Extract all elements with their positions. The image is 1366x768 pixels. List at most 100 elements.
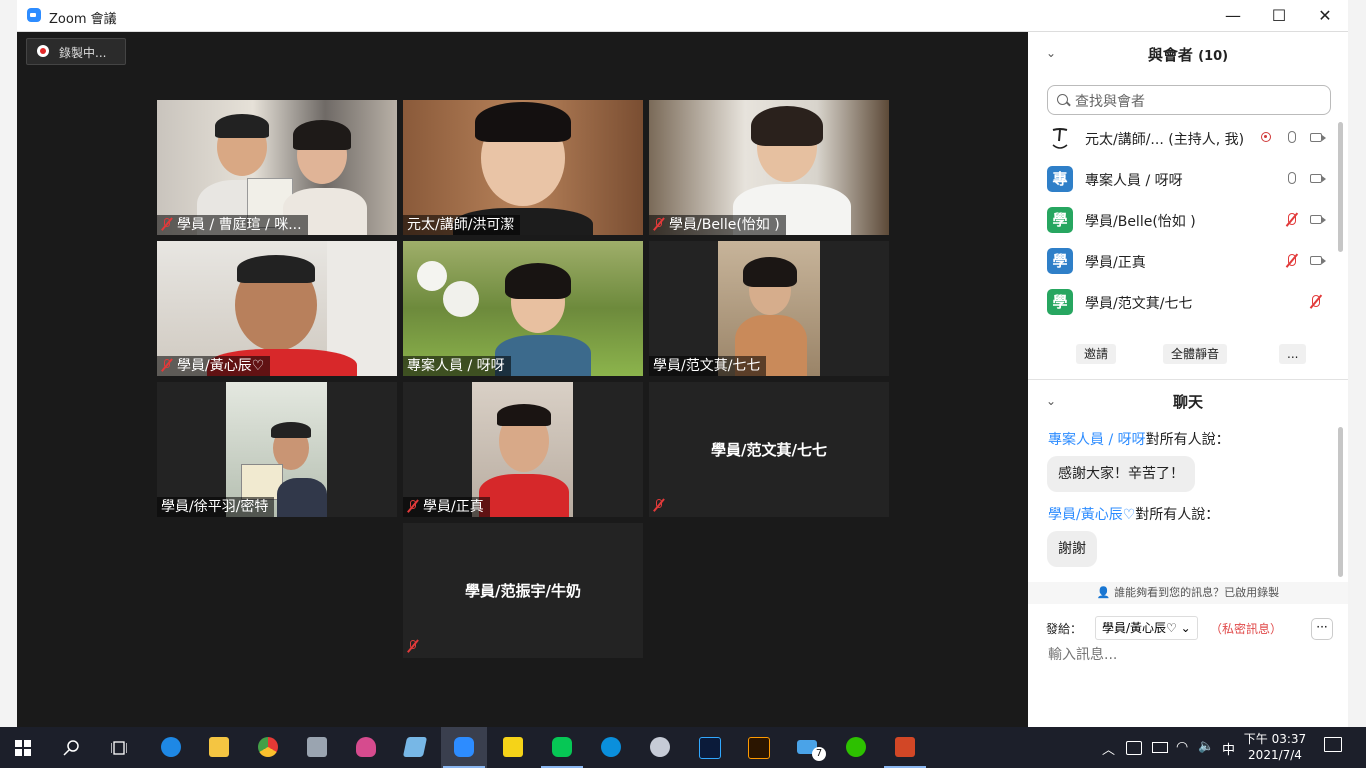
- tile-name-label: 專案人員 / 呀呀: [403, 356, 511, 376]
- paint-palette-icon[interactable]: [637, 727, 683, 768]
- camera-icon[interactable]: [1310, 133, 1326, 142]
- edge-browser-icon[interactable]: [148, 727, 194, 768]
- battery-icon[interactable]: [1152, 742, 1168, 753]
- participants-scrollbar[interactable]: [1338, 122, 1343, 252]
- chrome-browser-icon[interactable]: [245, 727, 291, 768]
- chat-message-input[interactable]: [1046, 646, 1330, 664]
- desktop-background-right: [1348, 0, 1366, 727]
- zoom-logo-icon: [27, 8, 41, 22]
- participant-row-host[interactable]: 元太/講師/... (主持人, 我): [1028, 118, 1338, 158]
- recording-indicator[interactable]: 錄製中...: [26, 38, 126, 65]
- participant-name: 學員/Belle(怡如 ): [1085, 214, 1196, 230]
- host-avatar-logo-icon: [1047, 125, 1073, 151]
- close-button[interactable]: ✕: [1302, 0, 1348, 31]
- video-tile-camera-off[interactable]: 學員/范振宇/牛奶: [403, 523, 643, 658]
- window-title: Zoom 會議: [49, 12, 117, 27]
- participant-search-input[interactable]: 查找與會者: [1047, 85, 1331, 115]
- maximize-button[interactable]: ☐: [1256, 0, 1302, 31]
- notepad-app-icon[interactable]: [392, 727, 438, 768]
- task-view-icon[interactable]: [96, 727, 142, 768]
- mute-all-button[interactable]: 全體靜音: [1163, 344, 1228, 364]
- video-tile[interactable]: 學員/徐平羽/密特: [157, 382, 397, 517]
- security-shield-icon[interactable]: [1126, 741, 1142, 755]
- recording-status-icon: [1261, 132, 1271, 142]
- mic-muted-icon[interactable]: [1288, 254, 1296, 266]
- mic-icon[interactable]: [1288, 131, 1296, 143]
- sticky-notes-icon[interactable]: [490, 727, 536, 768]
- participant-name: 元太/講師/... (主持人, 我): [1085, 132, 1245, 148]
- video-tile[interactable]: 專案人員 / 呀呀: [403, 241, 643, 376]
- participants-more-button[interactable]: ...: [1279, 344, 1307, 364]
- powerpoint-icon[interactable]: [882, 727, 928, 768]
- recording-label: 錄製中...: [59, 46, 107, 60]
- tile-center-name: 學員/范振宇/牛奶: [465, 582, 581, 600]
- tile-name-label: 學員/Belle(怡如 ): [649, 215, 786, 235]
- video-tile-active-speaker[interactable]: 元太/講師/洪可潔: [403, 100, 643, 235]
- line-app-icon[interactable]: [539, 727, 585, 768]
- video-tile[interactable]: 學員/Belle(怡如 ): [649, 100, 889, 235]
- video-gallery: 錄製中... 學員 / 曹庭瑄 / 咪... 元太/講師/洪可潔 學員/Bell…: [17, 32, 1028, 727]
- person-info-icon: 👤: [1096, 586, 1115, 599]
- input-method-indicator[interactable]: 中: [1222, 739, 1235, 758]
- video-tile[interactable]: 學員/正真: [403, 382, 643, 517]
- participants-header: 與會者 (10): [1147, 46, 1229, 64]
- start-button[interactable]: [0, 727, 46, 768]
- side-panel: ⌄ 與會者 (10) 查找與會者 元太/講師/... (主持人, 我) 專 專案…: [1028, 32, 1348, 727]
- minimize-button[interactable]: —: [1210, 0, 1256, 31]
- wifi-icon[interactable]: ◠: [1176, 739, 1188, 755]
- video-tile-camera-off[interactable]: 學員/范文萁/七七: [649, 382, 889, 517]
- participant-avatar: 學: [1047, 248, 1073, 274]
- tile-name-label: 學員/徐平羽/密特: [157, 497, 275, 517]
- notification-center-icon[interactable]: [1324, 737, 1342, 752]
- participant-row[interactable]: 學 學員/正真: [1028, 241, 1338, 281]
- tile-name-label: 學員 / 曹庭瑄 / 咪...: [157, 215, 308, 235]
- zoom-window: Zoom 會議 — ☐ ✕ 錄製中... 學員 / 曹庭瑄 / 咪... 元太/…: [17, 0, 1348, 727]
- skype-icon[interactable]: [588, 727, 634, 768]
- camera-icon[interactable]: [1310, 174, 1326, 183]
- volume-icon[interactable]: 🔈: [1198, 739, 1214, 754]
- mic-muted-icon: [653, 498, 665, 512]
- chat-message-bubble: 感謝大家！辛苦了！: [1047, 456, 1195, 492]
- chat-scrollbar[interactable]: [1338, 427, 1343, 577]
- record-icon: [37, 45, 49, 57]
- mic-muted-icon: [407, 499, 419, 513]
- desktop-background-left: [0, 0, 17, 727]
- video-tile[interactable]: 學員 / 曹庭瑄 / 咪...: [157, 100, 397, 235]
- participant-avatar: 學: [1047, 289, 1073, 315]
- system-clock[interactable]: 下午 03:37 2021/7/4: [1240, 731, 1310, 763]
- participant-name: 學員/正真: [1085, 255, 1146, 271]
- participant-row[interactable]: 專 專案人員 / 呀呀: [1028, 159, 1338, 199]
- chat-sender: 專案人員 / 呀呀對所有人說：: [1048, 432, 1230, 448]
- paint-icon[interactable]: [343, 727, 389, 768]
- zoom-app-icon[interactable]: [441, 727, 487, 768]
- search-icon[interactable]: [48, 727, 94, 768]
- photoshop-icon[interactable]: [686, 727, 732, 768]
- send-to-dropdown[interactable]: 學員/黃心辰♡ ⌄: [1095, 616, 1198, 640]
- video-tile[interactable]: 學員/黃心辰♡: [157, 241, 397, 376]
- camera-icon[interactable]: [1310, 256, 1326, 265]
- invite-button[interactable]: 邀請: [1076, 344, 1117, 364]
- tile-name-label: 學員/正真: [403, 497, 490, 517]
- camera-icon[interactable]: [1310, 215, 1326, 224]
- mail-icon[interactable]: 7: [784, 727, 830, 768]
- tile-center-name: 學員/范文萁/七七: [711, 441, 827, 459]
- tile-name-label: 學員/黃心辰♡: [157, 356, 271, 376]
- mic-icon[interactable]: [1288, 172, 1296, 184]
- chat-more-button[interactable]: ···: [1311, 618, 1333, 640]
- mic-muted-icon[interactable]: [1288, 213, 1296, 225]
- video-tile[interactable]: 學員/范文萁/七七: [649, 241, 889, 376]
- chat-visibility-notice[interactable]: 👤 誰能夠看到您的訊息？已啟用錄製: [1028, 582, 1348, 604]
- file-explorer-icon[interactable]: [196, 727, 242, 768]
- participant-row[interactable]: 學 學員/范文萁/七七: [1028, 282, 1338, 322]
- chat-message-bubble: 謝謝: [1047, 531, 1097, 567]
- calculator-icon[interactable]: [294, 727, 340, 768]
- wechat-icon[interactable]: [833, 727, 879, 768]
- send-to-label: 發給：: [1046, 622, 1083, 636]
- search-icon: [1057, 94, 1068, 105]
- mic-muted-icon[interactable]: [1312, 295, 1320, 307]
- illustrator-icon[interactable]: [735, 727, 781, 768]
- tile-mute-indicator: [407, 636, 423, 655]
- show-hidden-icons-chevron-icon[interactable]: ︿: [1102, 739, 1115, 758]
- mail-unread-badge: 7: [812, 747, 826, 761]
- participant-row[interactable]: 學 學員/Belle(怡如 ): [1028, 200, 1338, 240]
